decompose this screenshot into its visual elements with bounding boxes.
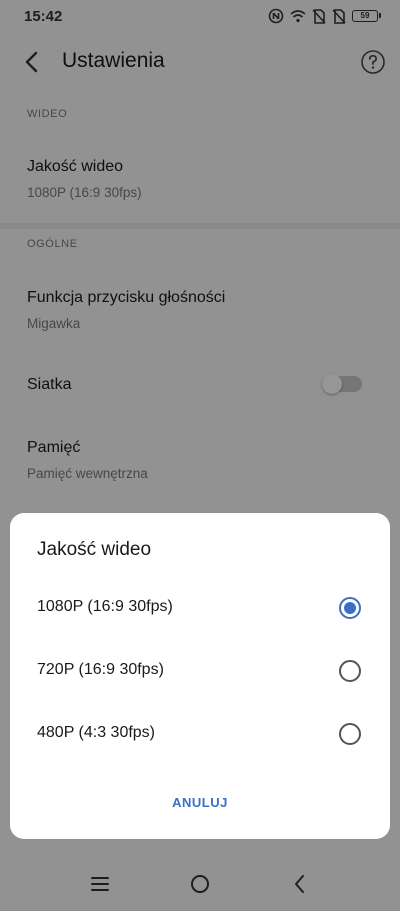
radio-button-selected[interactable] xyxy=(339,597,361,619)
option-label: 720P (16:9 30fps) xyxy=(37,661,164,678)
settings-screen: 15:42 59 Ustawienia WIDEO Jakość wideo 1… xyxy=(0,0,400,911)
radio-button[interactable] xyxy=(339,660,361,682)
dialog-title: Jakość wideo xyxy=(37,539,152,560)
cancel-button[interactable]: ANULUJ xyxy=(150,785,250,821)
radio-button[interactable] xyxy=(339,723,361,745)
option-label: 480P (4:3 30fps) xyxy=(37,724,156,741)
option-label: 1080P (16:9 30fps) xyxy=(37,598,173,615)
option-720p[interactable]: 720P (16:9 30fps) xyxy=(10,643,390,699)
option-480p[interactable]: 480P (4:3 30fps) xyxy=(10,706,390,762)
option-1080p[interactable]: 1080P (16:9 30fps) xyxy=(10,580,390,636)
video-quality-dialog: Jakość wideo 1080P (16:9 30fps) 720P (16… xyxy=(10,513,390,839)
